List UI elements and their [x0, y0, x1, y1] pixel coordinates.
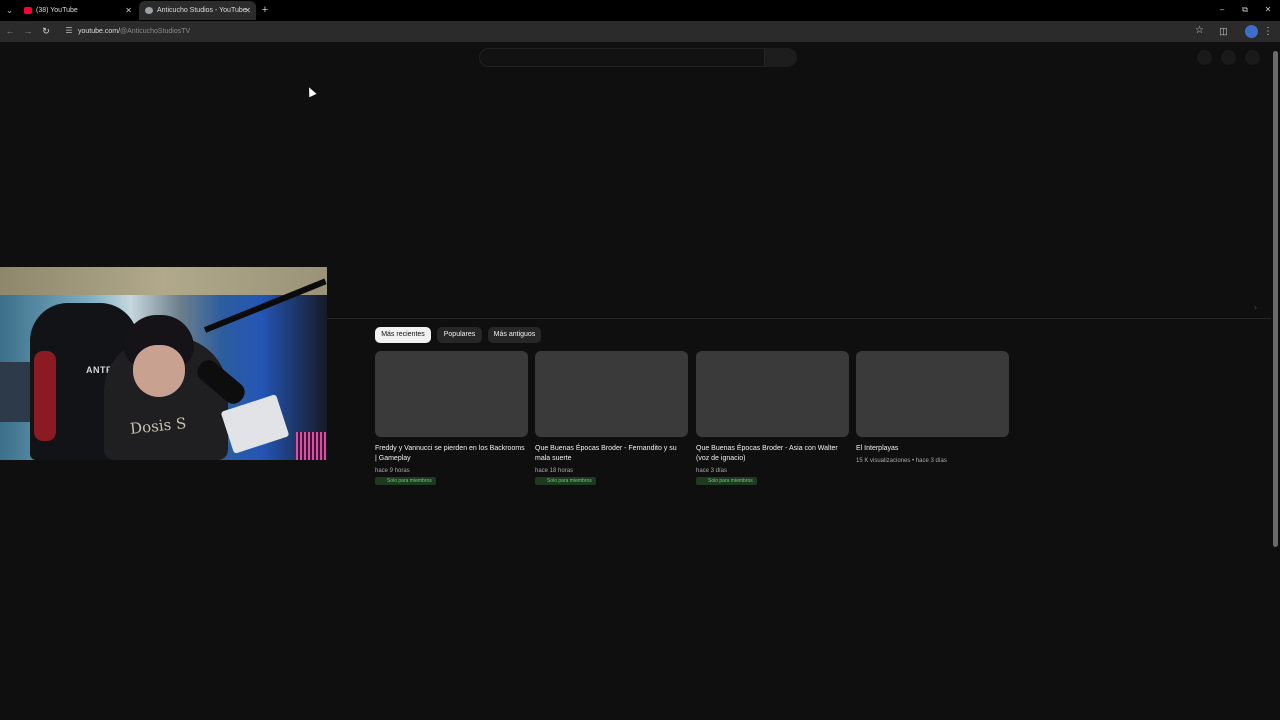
browser-toolbar: ← → ↻ ☰ youtube.com/@AnticuchoStudiosTV …: [0, 21, 1280, 42]
close-tab-icon[interactable]: ✕: [125, 1, 132, 20]
tab-youtube-home[interactable]: (38) YouTube ✕: [18, 1, 137, 20]
chip-mas-recientes[interactable]: Más recientes: [375, 327, 431, 343]
video-title[interactable]: Freddy y Vannucci se pierden en los Back…: [375, 444, 525, 464]
bookmark-star-icon[interactable]: ☆: [1194, 25, 1205, 37]
notifications-icon[interactable]: [1221, 50, 1236, 65]
restore-icon[interactable]: ⧉: [1238, 3, 1252, 17]
search-input[interactable]: [479, 48, 765, 67]
video-thumbnail[interactable]: [375, 351, 528, 437]
chip-populares[interactable]: Populares: [437, 327, 482, 343]
video-card[interactable]: Que Buenas Épocas Broder - Asia con Walt…: [696, 351, 849, 491]
tabs-divider: [327, 318, 1271, 319]
video-meta: hace 18 horas: [535, 468, 574, 474]
chip-mas-antiguos[interactable]: Más antiguos: [488, 327, 541, 343]
video-title[interactable]: El Interplayas: [856, 444, 1006, 454]
video-meta: hace 3 días: [696, 468, 728, 474]
members-only-badge: Solo para miembros: [696, 477, 757, 485]
minimize-icon[interactable]: –: [1215, 3, 1229, 17]
tab-strip: ⌄ (38) YouTube ✕ Anticucho Studios - You…: [0, 0, 1280, 21]
members-only-badge: Solo para miembros: [535, 477, 596, 485]
browser-menu-icon[interactable]: ⋮: [1263, 25, 1273, 38]
tab-title: (38) YouTube: [36, 7, 78, 14]
webcam-ceiling: [0, 267, 327, 295]
members-only-badge: Solo para miembros: [375, 477, 436, 485]
video-card[interactable]: Que Buenas Épocas Broder - Fernandito y …: [535, 351, 688, 491]
video-card[interactable]: El Interplayas 15 K visualizaciones • ha…: [856, 351, 1009, 491]
reload-icon[interactable]: ↻: [40, 25, 52, 37]
globe-icon: [145, 7, 153, 14]
create-icon[interactable]: [1197, 50, 1212, 65]
new-tab-icon[interactable]: +: [259, 3, 271, 17]
close-window-icon[interactable]: ✕: [1261, 3, 1275, 17]
video-card[interactable]: Freddy y Vannucci se pierden en los Back…: [375, 351, 528, 491]
browser-window: ⌄ (38) YouTube ✕ Anticucho Studios - You…: [0, 0, 1280, 720]
back-icon[interactable]: ←: [4, 25, 16, 37]
video-thumbnail[interactable]: [856, 351, 1009, 437]
video-thumbnail[interactable]: [535, 351, 688, 437]
streamer-face: [133, 345, 185, 397]
rgb-lights: [296, 432, 326, 460]
mouse-cursor: [305, 85, 317, 98]
video-title[interactable]: Que Buenas Épocas Broder - Fernandito y …: [535, 444, 685, 464]
url-text: youtube.com/@AnticuchoStudiosTV: [78, 28, 191, 35]
close-tab-icon[interactable]: ✕: [244, 1, 251, 20]
address-bar[interactable]: ☰ youtube.com/@AnticuchoStudiosTV: [60, 23, 1210, 40]
forward-icon[interactable]: →: [22, 25, 34, 37]
account-avatar[interactable]: [1245, 50, 1260, 65]
tab-search-icon[interactable]: ⌄: [3, 4, 16, 17]
tab-anticucho-studios[interactable]: Anticucho Studios - YouTube ✕: [139, 1, 256, 20]
profile-avatar[interactable]: [1245, 25, 1258, 38]
video-meta: 15 K visualizaciones • hace 3 días: [856, 458, 947, 464]
tab-title: Anticucho Studios - YouTube: [157, 7, 247, 14]
extensions-icon[interactable]: ◫: [1218, 25, 1229, 37]
page-scrollbar[interactable]: [1273, 51, 1278, 547]
site-info-icon[interactable]: ☰: [64, 26, 74, 36]
chevron-right-icon[interactable]: ›: [1254, 301, 1262, 313]
video-meta: hace 9 horas: [375, 468, 410, 474]
video-title[interactable]: Que Buenas Épocas Broder - Asia con Walt…: [696, 444, 846, 464]
video-thumbnail[interactable]: [696, 351, 849, 437]
search-button[interactable]: [765, 48, 797, 67]
webcam-overlay: ANTEX Dosis S: [0, 267, 327, 460]
youtube-icon: [24, 7, 32, 14]
